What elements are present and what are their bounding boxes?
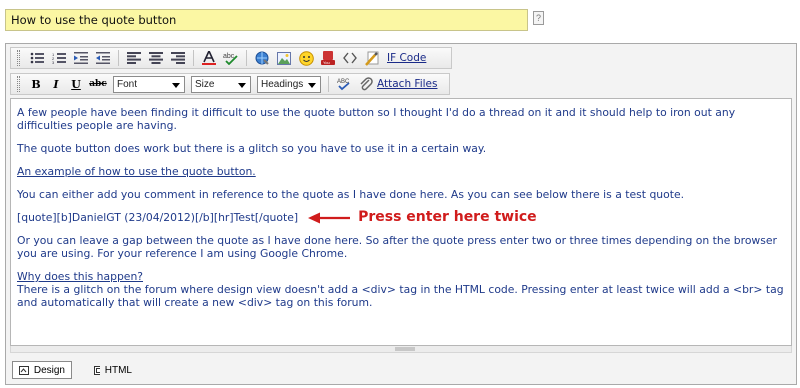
toolbar-secondary: B I U abc Font Size Headings ABC Attach … — [10, 73, 450, 95]
strikethrough-button[interactable]: abc — [88, 79, 108, 89]
if-code-link[interactable]: IF Code — [387, 52, 426, 64]
align-right-icon[interactable] — [169, 49, 187, 67]
paragraph: There is a glitch on the forum where des… — [17, 283, 784, 309]
chevron-down-icon — [172, 82, 180, 88]
link-icon[interactable] — [253, 49, 271, 67]
outdent-icon[interactable] — [94, 49, 112, 67]
mode-switcher: Design HTML — [10, 358, 792, 382]
rich-text-editor: 123 abc You IF Code B I U abc Font Size … — [5, 43, 797, 385]
paragraph-underlined: An example of how to use the quote butto… — [17, 165, 256, 178]
svg-text:3: 3 — [52, 60, 55, 64]
tab-design[interactable]: Design — [12, 361, 72, 379]
toolbar-separator — [193, 50, 194, 66]
chevron-down-icon — [238, 82, 246, 88]
size-select[interactable]: Size — [191, 75, 251, 93]
paragraph: A few people have been finding it diffic… — [17, 106, 736, 132]
svg-text:You: You — [323, 60, 330, 65]
size-select-value: Size — [195, 78, 215, 90]
paragraph: You can either add you comment in refere… — [17, 188, 685, 201]
youtube-icon[interactable]: You — [319, 49, 337, 67]
italic-button[interactable]: I — [48, 78, 64, 91]
image-icon[interactable] — [275, 49, 293, 67]
arrow-left-icon — [308, 212, 351, 223]
numbered-list-icon[interactable]: 123 — [50, 49, 68, 67]
toolbar-separator — [246, 50, 247, 66]
tab-html-label: HTML — [104, 364, 132, 376]
thread-title-input[interactable]: How to use the quote button — [5, 9, 528, 31]
paperclip-icon[interactable] — [357, 75, 375, 93]
help-icon[interactable]: ? — [533, 11, 544, 25]
design-icon — [19, 365, 29, 375]
bold-button[interactable]: B — [28, 78, 44, 91]
toolbar-primary: 123 abc You IF Code — [10, 47, 452, 69]
paragraph: The quote button does work but there is … — [17, 142, 487, 155]
section-heading: Why does this happen? — [17, 270, 144, 283]
clean-icon[interactable] — [363, 49, 381, 67]
annotation: Press enter here twice — [308, 209, 537, 225]
underline-button[interactable]: U — [68, 78, 84, 91]
editor-content[interactable]: A few people have been finding it diffic… — [10, 98, 792, 346]
paragraph: Or you can leave a gap between the quote… — [17, 234, 777, 260]
chevron-down-icon — [308, 82, 316, 88]
toolbar-separator — [328, 76, 329, 92]
tab-design-label: Design — [33, 364, 65, 376]
toolbar-grip[interactable] — [17, 50, 20, 66]
headings-select-value: Headings — [261, 78, 304, 90]
annotation-text: Press enter here twice — [358, 209, 537, 225]
smiley-icon[interactable] — [297, 49, 315, 67]
spellcheck-icon[interactable]: abc — [222, 49, 240, 67]
code-icon[interactable] — [341, 49, 359, 67]
toolbar-separator — [118, 50, 119, 66]
quote-text: [quote][b]DanielGT (23/04/2012)[/b][hr]T… — [17, 211, 299, 224]
align-left-icon[interactable] — [125, 49, 143, 67]
align-center-icon[interactable] — [147, 49, 165, 67]
tab-html[interactable]: HTML — [88, 361, 138, 379]
toolbar-grip[interactable] — [17, 76, 20, 92]
indent-icon[interactable] — [72, 49, 90, 67]
font-select-value: Font — [117, 78, 138, 90]
attach-files-link[interactable]: Attach Files — [377, 78, 437, 90]
spellcheck-abc-icon[interactable]: ABC — [335, 75, 353, 93]
bullet-list-icon[interactable] — [28, 49, 46, 67]
resize-grip[interactable] — [395, 347, 415, 351]
html-icon — [94, 365, 100, 375]
font-color-icon[interactable] — [200, 49, 218, 67]
headings-select[interactable]: Headings — [257, 75, 321, 93]
font-select[interactable]: Font — [113, 75, 185, 93]
quote-line: [quote][b]DanielGT (23/04/2012)[/b][hr]T… — [17, 209, 785, 225]
resize-handle[interactable] — [10, 346, 792, 353]
